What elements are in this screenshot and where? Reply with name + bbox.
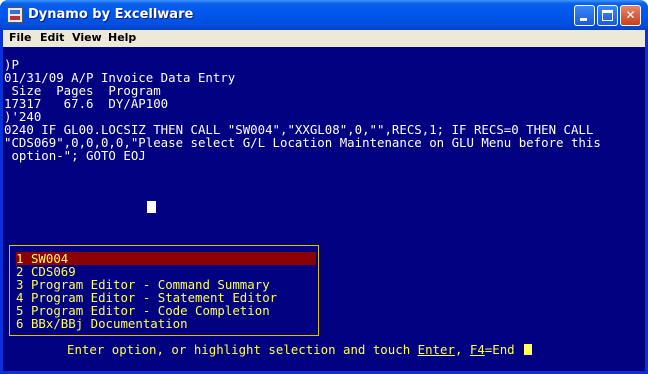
window-title: Dynamo by Excellware [28, 7, 194, 22]
option-label: BBx/BBj Documentation [30, 316, 188, 331]
minimize-icon [580, 18, 587, 21]
console-line: option-"; GOTO EOJ [4, 148, 146, 163]
close-icon: ✕ [625, 8, 636, 22]
prompt-text: Enter option, or highlight selection and… [67, 342, 418, 357]
option-menu: 1 SW004 2 CDS069 3 Program Editor - Comm… [9, 245, 319, 336]
menu-edit[interactable]: Edit [40, 31, 64, 44]
app-icon[interactable] [7, 7, 23, 23]
prompt-end-text: =End [484, 342, 523, 357]
menu-view[interactable]: View [72, 31, 102, 44]
input-cursor[interactable] [524, 344, 533, 355]
text-cursor [147, 201, 156, 213]
prompt-separator: , [454, 342, 470, 357]
maximize-icon [602, 10, 613, 21]
minimize-button[interactable] [574, 5, 595, 26]
option-prompt: Enter option, or highlight selection and… [67, 342, 533, 357]
app-window: Dynamo by Excellware ✕ File Edit View He… [0, 0, 648, 374]
option-item[interactable]: 6 BBx/BBj Documentation [16, 317, 316, 330]
menu-file[interactable]: File [9, 31, 32, 44]
option-number: 6 [16, 316, 24, 331]
enter-key-hint: Enter [417, 342, 455, 357]
menu-bar: File Edit View Help [3, 30, 645, 47]
title-bar[interactable]: Dynamo by Excellware ✕ [0, 0, 648, 30]
close-button[interactable]: ✕ [620, 5, 641, 26]
terminal-console[interactable]: )P 01/31/09 A/P Invoice Data Entry Size … [3, 47, 645, 371]
maximize-button[interactable] [597, 5, 618, 26]
f4-key-hint: F4 [469, 342, 485, 357]
menu-help[interactable]: Help [108, 31, 136, 44]
